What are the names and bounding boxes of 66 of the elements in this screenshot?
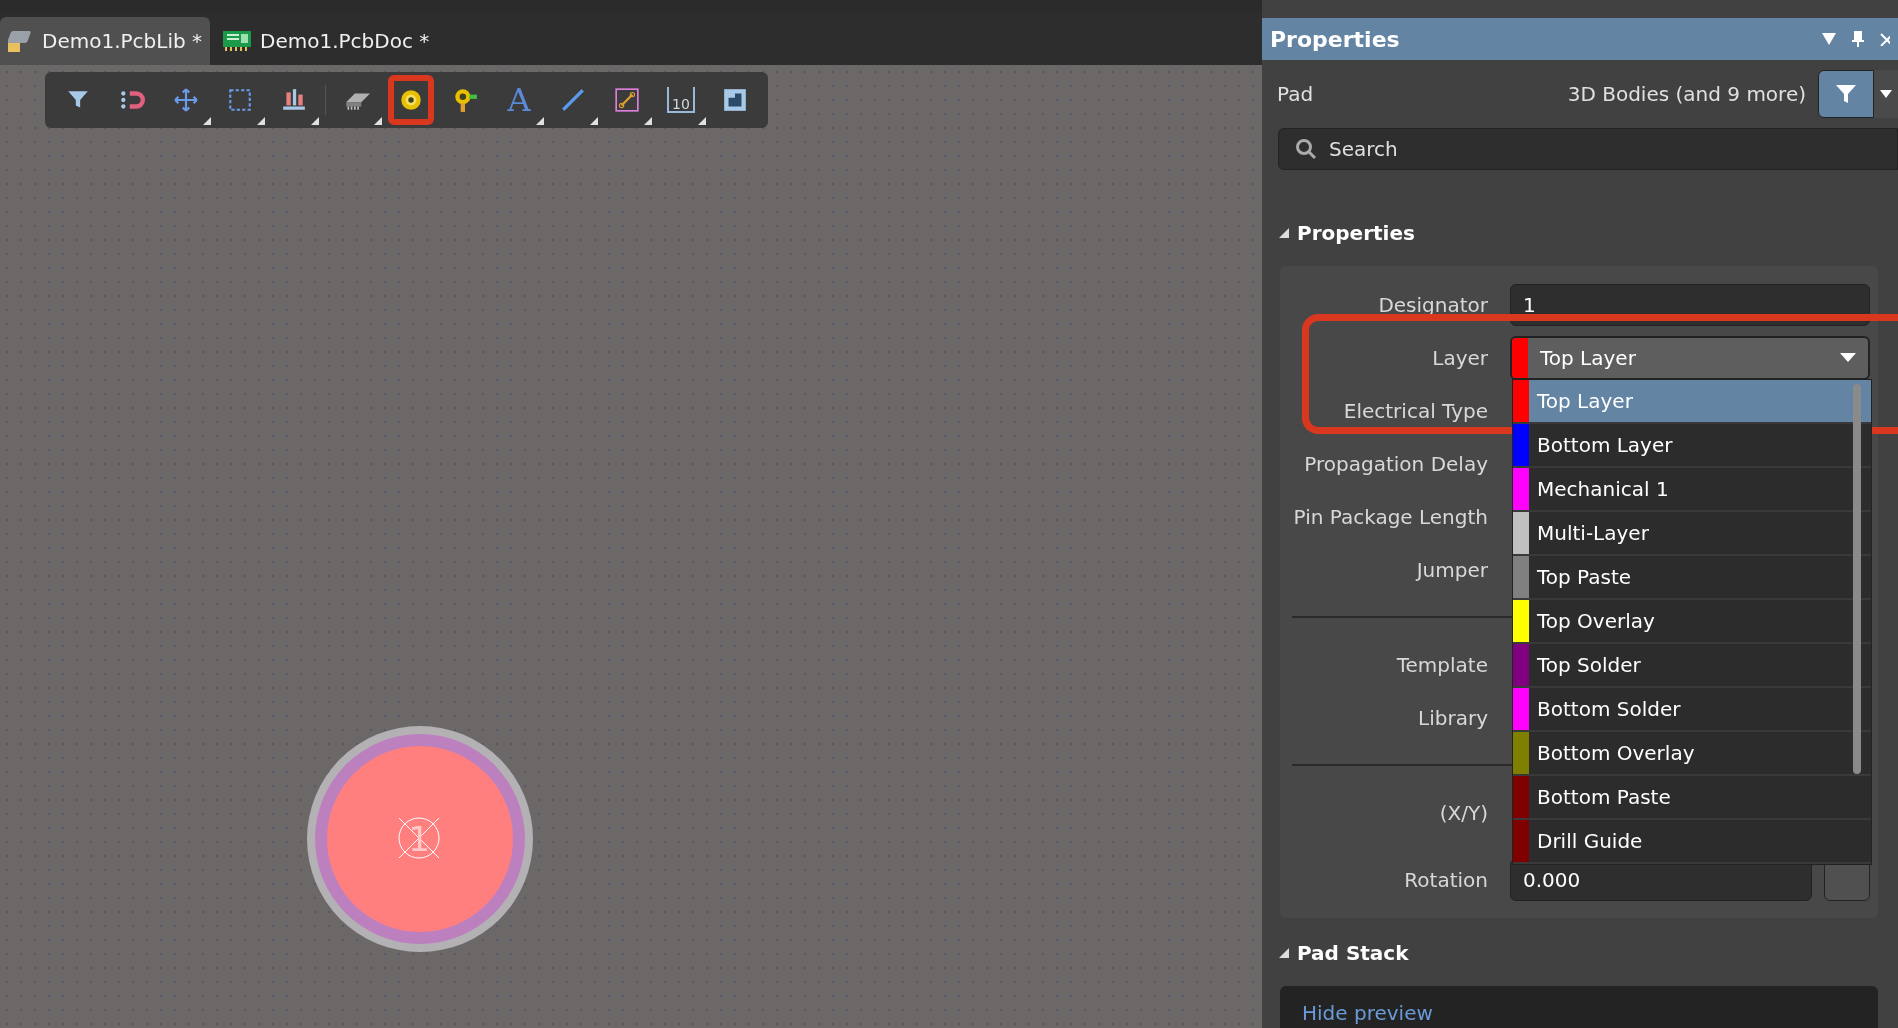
layer-dropdown[interactable]: Top Layer <box>1510 335 1870 380</box>
field-label: Layer <box>1431 344 1488 372</box>
collapse-triangle-icon <box>1279 228 1289 238</box>
tool-button[interactable] <box>388 75 434 125</box>
object-type-label: Pad <box>1277 81 1315 109</box>
collapse-triangle-icon <box>1279 948 1289 958</box>
submenu-arrow-icon <box>536 117 544 125</box>
search-field[interactable]: Search <box>1329 134 1881 165</box>
via-icon <box>452 87 478 113</box>
layer-option[interactable]: Bottom Solder <box>1513 688 1871 732</box>
submenu-arrow-icon <box>698 117 706 125</box>
layer-option[interactable]: Bottom Overlay <box>1513 732 1871 776</box>
hide-preview-link[interactable]: Hide preview <box>1302 1001 1433 1025</box>
layer-option[interactable]: Top Solder <box>1513 644 1871 688</box>
align-icon <box>281 87 307 113</box>
submenu-arrow-icon <box>374 117 382 125</box>
submenu-arrow-icon <box>644 117 652 125</box>
caret-icon <box>1880 90 1892 99</box>
field-label: Pin Package Length <box>1292 503 1488 531</box>
selection-icon <box>227 87 253 113</box>
layer-option[interactable]: Top Layer <box>1513 380 1871 424</box>
field-label: Jumper <box>1414 556 1488 584</box>
field-label: Electrical Type <box>1342 397 1488 425</box>
layer-option[interactable]: Top Paste <box>1513 556 1871 600</box>
layer-option[interactable]: Bottom Paste <box>1513 776 1871 820</box>
region-icon <box>722 87 748 113</box>
submenu-arrow-icon <box>203 117 211 125</box>
section-header[interactable]: Properties <box>1262 218 1898 248</box>
scrollbar-thumb[interactable] <box>1853 384 1861 774</box>
board-icon <box>222 30 252 52</box>
submenu-arrow-icon <box>311 117 319 125</box>
field-label: Designator <box>1377 291 1488 319</box>
field-label: Rotation <box>1403 866 1488 894</box>
section-header[interactable]: Pad Stack <box>1262 938 1898 968</box>
route-icon <box>614 87 640 113</box>
filter-menu-button[interactable] <box>1874 70 1898 119</box>
library-icon <box>8 29 34 53</box>
panel-title: Properties <box>1270 25 1401 54</box>
tool-button[interactable]: 10 <box>658 75 704 125</box>
pad-icon <box>398 87 424 113</box>
layer-option[interactable]: Multi-Layer <box>1513 512 1871 556</box>
filter-summary: 3D Bodies (and 9 more) <box>1567 81 1806 109</box>
line-icon <box>560 87 586 113</box>
search-icon <box>1295 138 1317 161</box>
close-icon[interactable] <box>1880 32 1890 47</box>
caret-icon <box>1840 353 1856 362</box>
field-label: Template <box>1395 651 1488 679</box>
filter-button[interactable] <box>1818 70 1874 119</box>
move-icon <box>173 87 199 113</box>
field-label: Library <box>1417 704 1488 732</box>
layer-option[interactable]: Top Overlay <box>1513 600 1871 644</box>
text-field[interactable]: 0.000 <box>1510 858 1812 901</box>
text-tool-glyph: A <box>507 84 531 116</box>
layer-option[interactable]: Drill Guide <box>1513 820 1871 864</box>
search-bar[interactable]: Search <box>1278 128 1898 170</box>
submenu-arrow-icon <box>590 117 598 125</box>
field-label: (X/Y) <box>1438 799 1488 827</box>
field-label: Propagation Delay <box>1303 450 1488 478</box>
submenu-arrow-icon <box>257 117 265 125</box>
pin-icon[interactable] <box>1852 31 1864 48</box>
layer-option[interactable]: Bottom Layer <box>1513 424 1871 468</box>
dropdown-arrow-icon[interactable] <box>1822 33 1836 46</box>
document-tab[interactable]: Demo1.PcbLib * <box>0 17 210 65</box>
document-tab[interactable]: Demo1.PcbDoc * <box>214 17 438 65</box>
layer-option[interactable]: Mechanical 1 <box>1513 468 1871 512</box>
dimension-tool-glyph: 10 <box>667 87 695 113</box>
